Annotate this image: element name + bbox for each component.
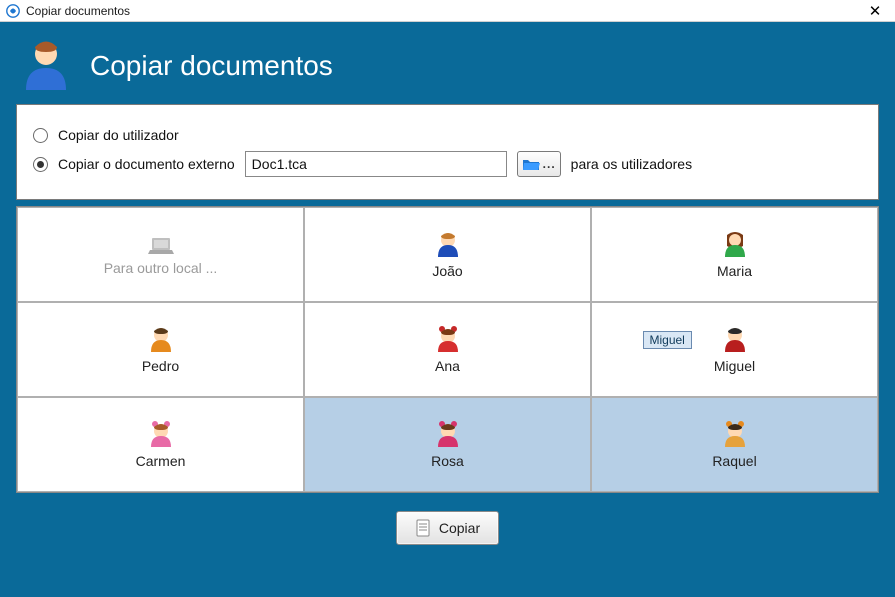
option-copy-external[interactable]: Copiar o documento externo ... para os u… — [33, 151, 862, 177]
avatar-icon — [434, 326, 462, 354]
user-large-icon — [20, 38, 72, 94]
avatar-icon — [147, 421, 175, 449]
page-title: Copiar documentos — [90, 50, 333, 82]
app-icon — [6, 4, 20, 18]
target-user-pedro[interactable]: Pedro — [17, 302, 304, 397]
window-title: Copiar documentos — [26, 4, 861, 18]
target-user-ana[interactable]: Ana — [304, 302, 591, 397]
avatar-icon — [434, 421, 462, 449]
target-user-raquel[interactable]: Raquel — [591, 397, 878, 492]
user-tooltip: Miguel — [643, 331, 692, 349]
targets-grid: Para outro local ... João Maria Pedro An… — [16, 206, 879, 493]
copy-button-label: Copiar — [439, 520, 480, 536]
target-user-label: Maria — [717, 263, 752, 279]
source-options-panel: Copiar do utilizador Copiar o documento … — [16, 104, 879, 200]
target-user-label: Carmen — [136, 453, 186, 469]
target-user-label: Ana — [435, 358, 460, 374]
target-user-label: Miguel — [714, 358, 755, 374]
browse-file-button[interactable]: ... — [517, 151, 561, 177]
target-user-miguel[interactable]: Miguel Miguel — [591, 302, 878, 397]
copy-button[interactable]: Copiar — [396, 511, 499, 545]
target-user-label: Raquel — [712, 453, 756, 469]
avatar-icon — [721, 326, 749, 354]
target-user-label: Rosa — [431, 453, 464, 469]
target-other-location[interactable]: Para outro local ... — [17, 207, 304, 302]
target-user-joao[interactable]: João — [304, 207, 591, 302]
window-titlebar: Copiar documentos ✕ — [0, 0, 895, 22]
option-copy-from-user[interactable]: Copiar do utilizador — [33, 127, 862, 143]
avatar-icon — [147, 326, 175, 354]
target-user-label: Pedro — [142, 358, 179, 374]
browse-ellipsis-label: ... — [543, 157, 556, 171]
document-icon — [415, 519, 431, 537]
external-file-input[interactable] — [245, 151, 507, 177]
content-area: Copiar documentos Copiar do utilizador C… — [0, 22, 895, 597]
radio-external[interactable] — [33, 157, 48, 172]
target-user-rosa[interactable]: Rosa — [304, 397, 591, 492]
avatar-icon — [721, 421, 749, 449]
avatar-icon — [434, 231, 462, 259]
folder-icon — [522, 156, 540, 172]
option-external-label: Copiar o documento externo — [58, 156, 235, 172]
external-suffix-label: para os utilizadores — [571, 156, 692, 172]
laptop-icon — [146, 234, 176, 256]
footer-actions: Copiar — [16, 493, 879, 545]
window-close-button[interactable]: ✕ — [861, 2, 889, 20]
option-from-user-label: Copiar do utilizador — [58, 127, 179, 143]
target-other-location-label: Para outro local ... — [104, 260, 218, 276]
avatar-icon — [721, 231, 749, 259]
page-header: Copiar documentos — [16, 38, 879, 104]
target-user-carmen[interactable]: Carmen — [17, 397, 304, 492]
radio-from-user[interactable] — [33, 128, 48, 143]
target-user-maria[interactable]: Maria — [591, 207, 878, 302]
target-user-label: João — [432, 263, 462, 279]
